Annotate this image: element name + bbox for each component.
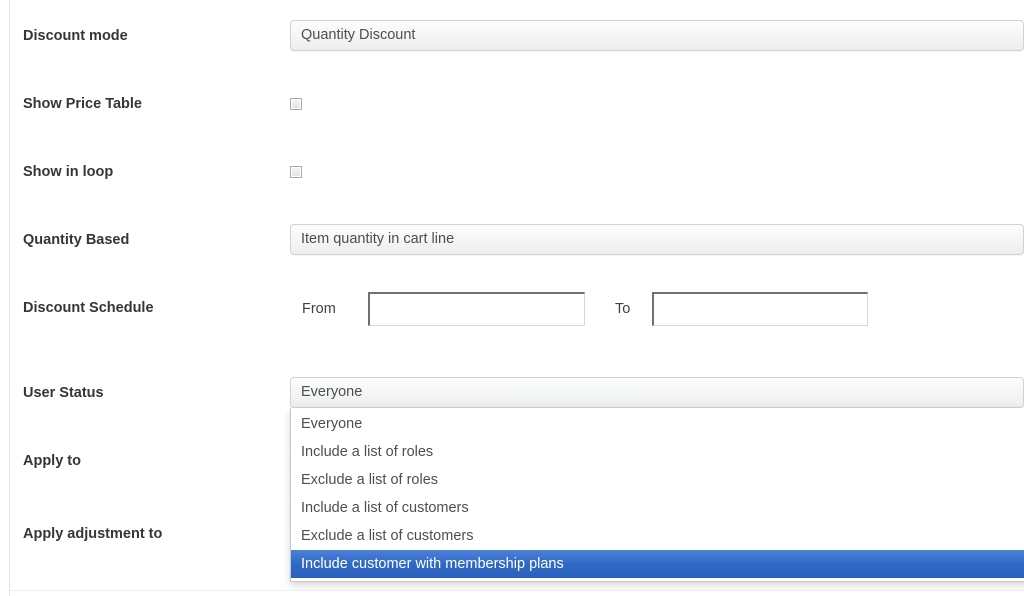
- show-price-table-checkbox[interactable]: [290, 98, 302, 110]
- show-in-loop-checkbox[interactable]: [290, 166, 302, 178]
- label-show-price-table: Show Price Table: [23, 96, 142, 112]
- bottom-divider-rule: [10, 590, 1024, 591]
- label-apply-adjustment-to: Apply adjustment to: [23, 526, 163, 542]
- left-divider-rule: [9, 0, 10, 596]
- dropdown-option[interactable]: Include a list of customers: [291, 494, 1024, 522]
- user-status-dropdown-list[interactable]: Everyone Include a list of roles Exclude a…: [290, 408, 1024, 582]
- schedule-to-label: To: [615, 301, 631, 317]
- label-discount-mode: Discount mode: [23, 28, 128, 44]
- label-user-status: User Status: [23, 385, 104, 401]
- field-show-in-loop: [290, 166, 302, 178]
- dropdown-option[interactable]: Exclude a list of customers: [291, 522, 1024, 550]
- dropdown-option[interactable]: Exclude a list of roles: [291, 466, 1024, 494]
- label-show-in-loop: Show in loop: [23, 164, 114, 180]
- field-user-status: Everyone Everyone Include a list of roles…: [290, 377, 1024, 582]
- label-discount-schedule: Discount Schedule: [23, 300, 154, 316]
- user-status-combobox: Everyone Everyone Include a list of roles…: [290, 377, 1024, 582]
- dropdown-option[interactable]: Include customer with membership plans: [291, 550, 1024, 578]
- dropdown-option[interactable]: Include a list of roles: [291, 438, 1024, 466]
- dropdown-option[interactable]: Everyone: [291, 410, 1024, 438]
- label-apply-to: Apply to: [23, 453, 81, 469]
- field-discount-mode: Quantity Discount: [290, 20, 1024, 51]
- schedule-to-input[interactable]: [652, 292, 868, 326]
- discount-schedule-range: From To: [290, 292, 990, 326]
- schedule-from-label: From: [302, 301, 336, 317]
- field-quantity-based: Item quantity in cart line: [290, 224, 1024, 255]
- discount-mode-select[interactable]: Quantity Discount: [290, 20, 1024, 51]
- settings-form-page: Discount mode Quantity Discount Show Pri…: [0, 0, 1024, 596]
- user-status-select[interactable]: Everyone: [290, 377, 1024, 408]
- quantity-based-select[interactable]: Item quantity in cart line: [290, 224, 1024, 255]
- label-quantity-based: Quantity Based: [23, 232, 130, 248]
- field-discount-schedule: From To: [290, 292, 990, 326]
- field-show-price-table: [290, 98, 302, 110]
- schedule-from-input[interactable]: [368, 292, 585, 326]
